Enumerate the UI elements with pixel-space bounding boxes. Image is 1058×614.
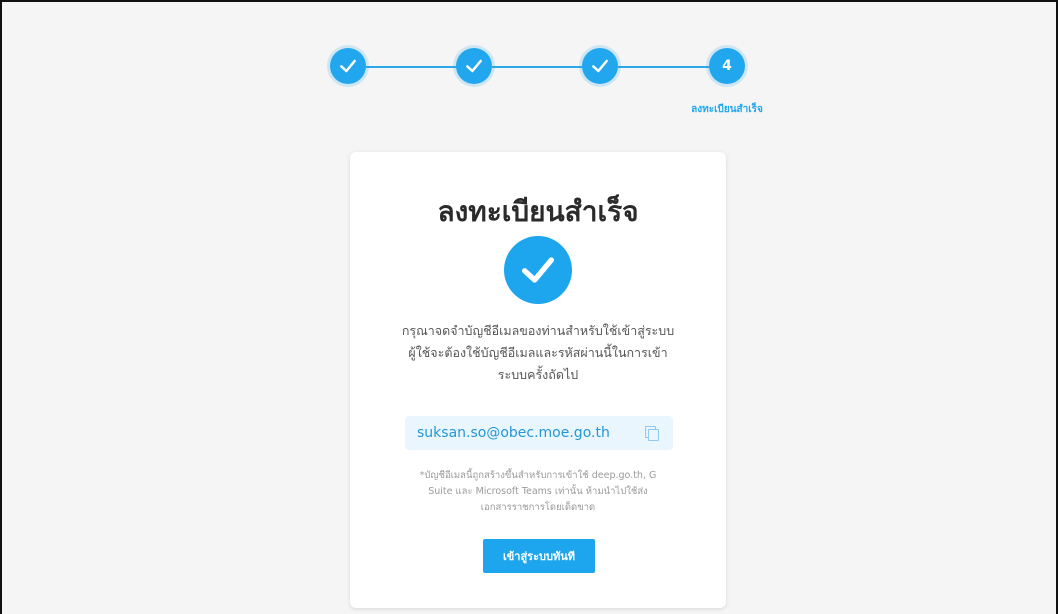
check-icon: [466, 59, 482, 73]
current-step-label: ลงทะเบียนสำเร็จ: [691, 104, 763, 115]
note-line: *บัญชีอีเมลนี้ถูกสร้างขึ้นสำหรับการเข้าใ…: [419, 470, 657, 481]
message-line: ระบบครั้งถัดไป: [497, 367, 579, 382]
note-line: เอกสารราชการโดยเด็ดขาด: [480, 502, 596, 513]
email-address: suksan.so@obec.moe.go.th: [417, 425, 610, 441]
step-2-completed: [456, 48, 492, 84]
page-frame: 4 ลงทะเบียนสำเร็จ ลงทะเบียนสำเร็จ กรุณาจ…: [0, 0, 1058, 614]
success-message: กรุณาจดจำบัญชีอีเมลของท่านสำหรับใช้เข้าส…: [390, 320, 686, 386]
message-line: ผู้ใช้จะต้องใช้บัญชีอีเมลและรหัสผ่านนี้ใ…: [408, 345, 668, 360]
card-title: ลงทะเบียนสำเร็จ: [437, 195, 639, 228]
success-card: ลงทะเบียนสำเร็จ กรุณาจดจำบัญชีอีเมลของท่…: [350, 152, 726, 608]
check-icon: [340, 59, 356, 73]
email-display: suksan.so@obec.moe.go.th: [405, 416, 673, 450]
copy-icon[interactable]: [645, 426, 659, 441]
check-icon: [592, 59, 608, 73]
message-line: กรุณาจดจำบัญชีอีเมลของท่านสำหรับใช้เข้าส…: [401, 323, 675, 338]
stepper: 4 ลงทะเบียนสำเร็จ: [2, 2, 1056, 132]
usage-note: *บัญชีอีเมลนี้ถูกสร้างขึ้นสำหรับการเข้าใ…: [396, 468, 680, 516]
note-line: Suite และ Microsoft Teams เท่านั้น ห้ามน…: [428, 486, 648, 497]
enter-system-button[interactable]: เข้าสู่ระบบทันที: [483, 539, 595, 573]
check-circle-icon: [504, 236, 572, 304]
step-3-completed: [582, 48, 618, 84]
step-1-completed: [330, 48, 366, 84]
step-number: 4: [722, 58, 732, 74]
step-4-current: 4: [709, 48, 745, 84]
